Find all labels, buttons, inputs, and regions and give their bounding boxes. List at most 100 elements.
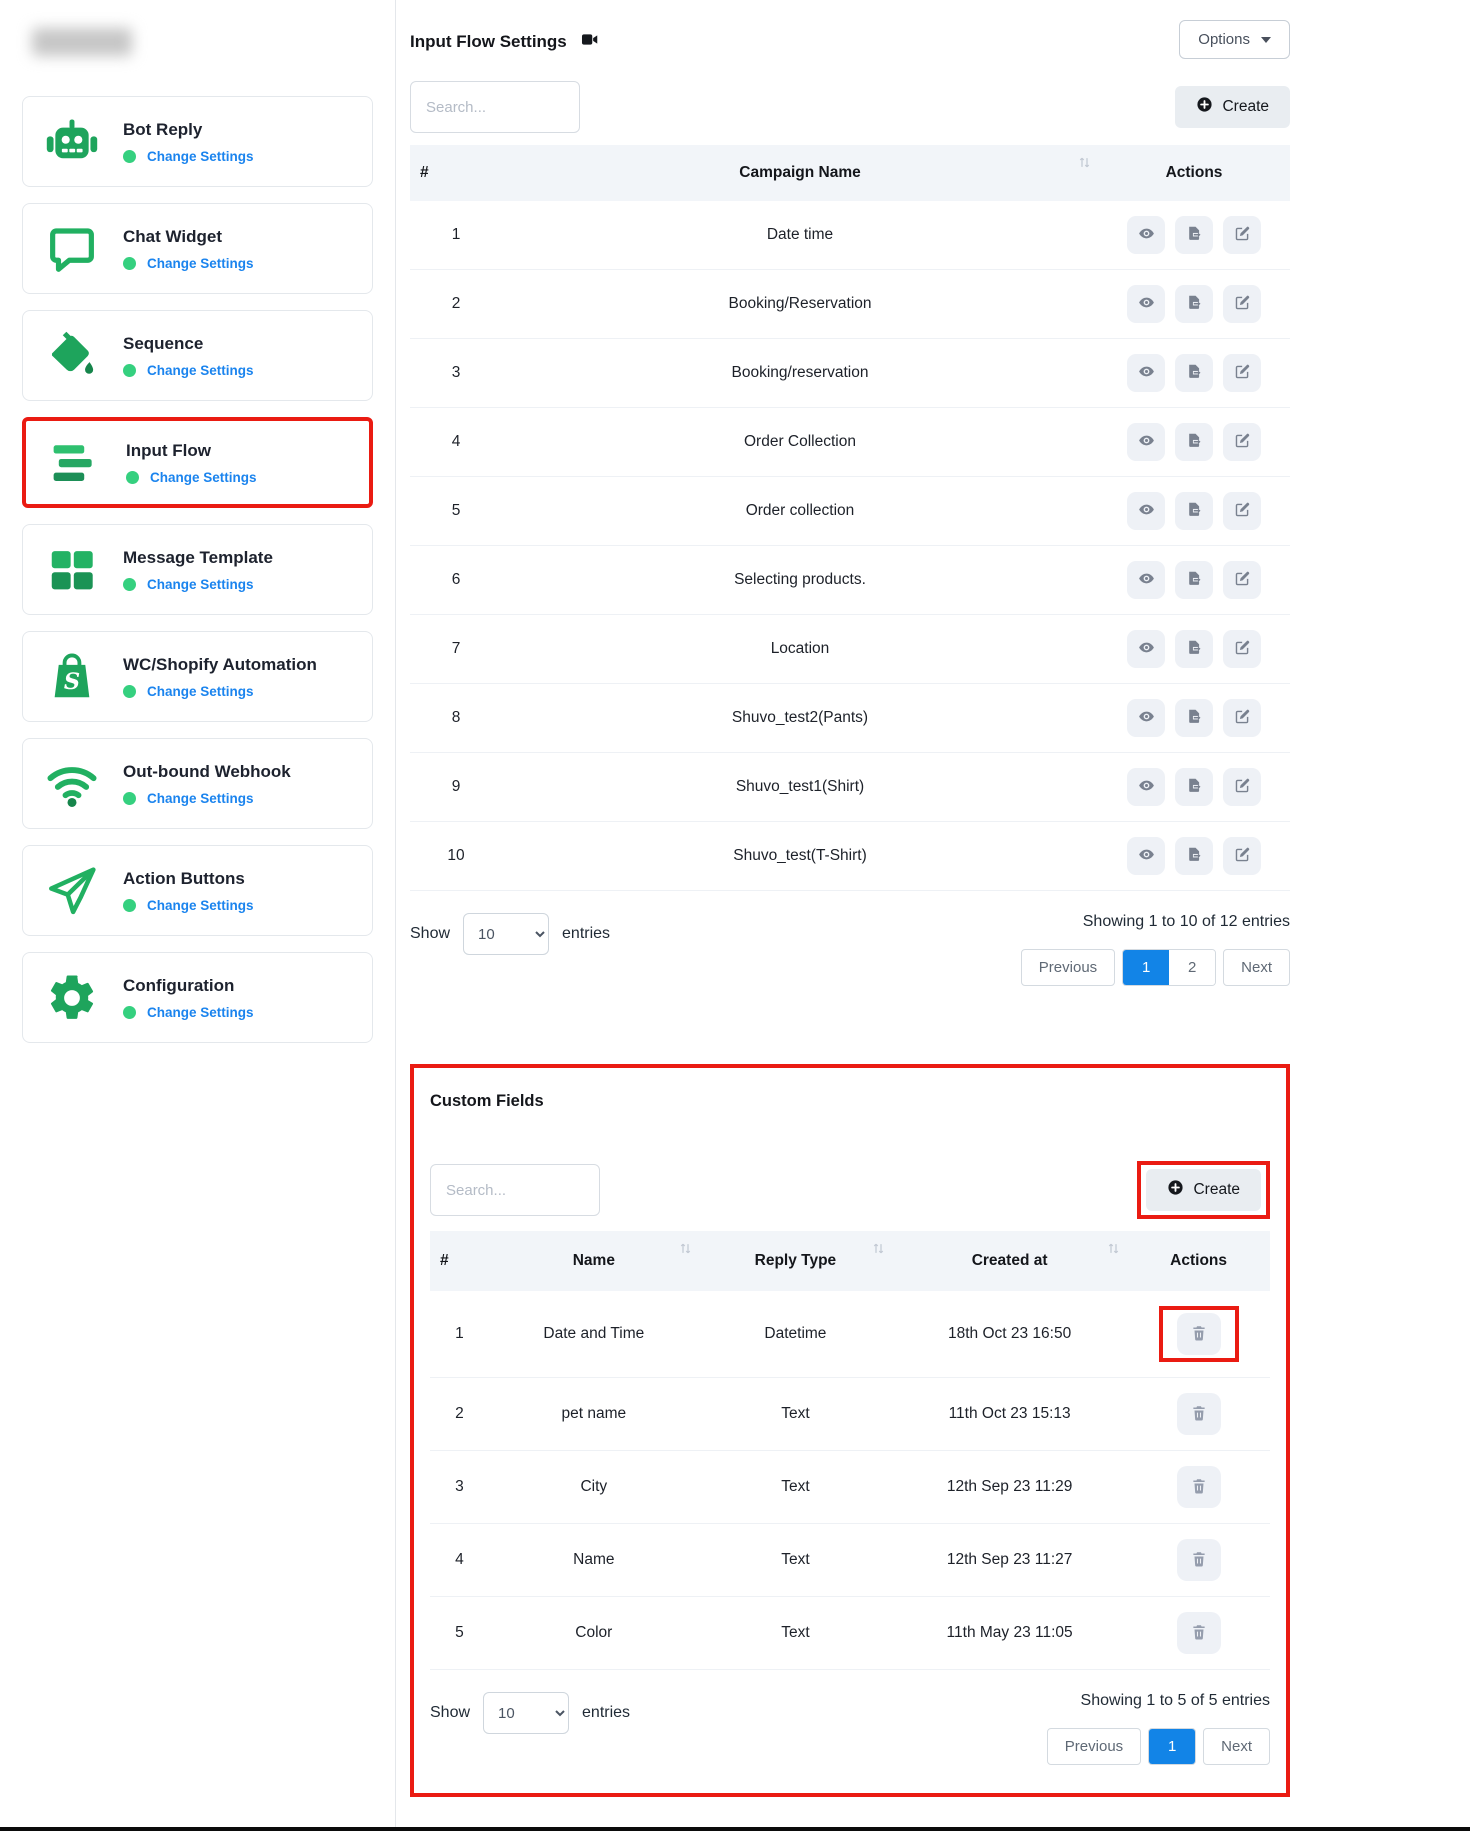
export-button[interactable] — [1175, 630, 1213, 668]
export-button[interactable] — [1175, 354, 1213, 392]
change-settings-link[interactable]: Change Settings — [147, 577, 254, 592]
custom-fields-search-input[interactable] — [430, 1164, 600, 1216]
sidebar-item-input-flow[interactable]: Input FlowChange Settings — [22, 417, 373, 508]
export-button[interactable] — [1175, 423, 1213, 461]
edit-icon — [1234, 570, 1251, 590]
sort-icon[interactable] — [871, 1241, 886, 1261]
delete-button[interactable] — [1177, 1466, 1221, 1508]
page-size-select[interactable]: 10 — [483, 1692, 569, 1734]
export-button[interactable] — [1175, 561, 1213, 599]
pagination-page-1[interactable]: 1 — [1149, 1729, 1195, 1764]
edit-icon — [1234, 225, 1251, 245]
sort-icon[interactable] — [678, 1241, 693, 1261]
delete-button[interactable] — [1177, 1539, 1221, 1581]
view-eye-button[interactable] — [1127, 492, 1165, 530]
row-number: 2 — [430, 1378, 489, 1451]
export-button[interactable] — [1175, 768, 1213, 806]
delete-button[interactable] — [1177, 1393, 1221, 1435]
export-button[interactable] — [1175, 285, 1213, 323]
pagination-page-1[interactable]: 1 — [1123, 950, 1169, 985]
campaign-row: 1Date time — [410, 201, 1290, 270]
change-settings-link[interactable]: Change Settings — [147, 898, 254, 913]
sort-icon[interactable] — [1077, 155, 1092, 175]
change-settings-link[interactable]: Change Settings — [147, 363, 254, 378]
view-eye-button[interactable] — [1127, 285, 1165, 323]
video-camera-icon[interactable] — [580, 30, 599, 54]
campaigns-search-input[interactable] — [410, 81, 580, 133]
view-eye-button[interactable] — [1127, 699, 1165, 737]
pagination-previous-button[interactable]: Previous — [1021, 949, 1115, 986]
pagination-previous-button[interactable]: Previous — [1047, 1728, 1141, 1765]
created-at-cell: 18th Oct 23 16:50 — [892, 1291, 1127, 1378]
export-button[interactable] — [1175, 216, 1213, 254]
reply-type-cell: Text — [699, 1524, 892, 1597]
column-header-created-at[interactable]: Created at — [892, 1231, 1127, 1291]
trash-icon — [1190, 1404, 1208, 1425]
column-header-name[interactable]: Name — [489, 1231, 699, 1291]
edit-button[interactable] — [1223, 354, 1261, 392]
edit-button[interactable] — [1223, 285, 1261, 323]
column-header-campaign-name[interactable]: Campaign Name — [502, 145, 1098, 201]
delete-button[interactable] — [1177, 1612, 1221, 1654]
edit-button[interactable] — [1223, 699, 1261, 737]
campaigns-create-button[interactable]: Create — [1175, 86, 1290, 128]
campaigns-table-footer: Show 10 entries Showing 1 to 10 of 12 en… — [410, 913, 1290, 986]
sidebar-item-sequence[interactable]: SequenceChange Settings — [22, 310, 373, 401]
change-settings-link[interactable]: Change Settings — [147, 791, 254, 806]
export-icon — [1186, 777, 1203, 797]
edit-button[interactable] — [1223, 492, 1261, 530]
sidebar-item-out-bound-webhook[interactable]: Out-bound WebhookChange Settings — [22, 738, 373, 829]
delete-button[interactable] — [1177, 1313, 1221, 1355]
export-button[interactable] — [1175, 492, 1213, 530]
sidebar-item-bot-reply[interactable]: Bot ReplyChange Settings — [22, 96, 373, 187]
custom-fields-create-button[interactable]: Create — [1146, 1169, 1261, 1211]
edit-button[interactable] — [1223, 837, 1261, 875]
sidebar-menu: Bot ReplyChange Settings Chat WidgetChang… — [22, 96, 373, 1043]
sort-icon[interactable] — [1106, 1241, 1121, 1261]
status-dot-icon — [123, 792, 136, 805]
view-eye-button[interactable] — [1127, 216, 1165, 254]
field-name-cell: City — [489, 1451, 699, 1524]
trash-icon — [1190, 1550, 1208, 1571]
custom-field-row: 2pet nameText11th Oct 23 15:13 — [430, 1378, 1270, 1451]
column-header-num[interactable]: # — [430, 1231, 489, 1291]
created-at-cell: 12th Sep 23 11:27 — [892, 1524, 1127, 1597]
page-size-select[interactable]: 10 — [463, 913, 549, 955]
view-eye-button[interactable] — [1127, 630, 1165, 668]
showing-entries-text: Showing 1 to 10 of 12 entries — [1083, 913, 1290, 931]
view-eye-button[interactable] — [1127, 423, 1165, 461]
sidebar-item-message-template[interactable]: Message TemplateChange Settings — [22, 524, 373, 615]
row-number: 4 — [430, 1524, 489, 1597]
options-button[interactable]: Options — [1179, 20, 1290, 59]
status-dot-icon — [123, 364, 136, 377]
edit-button[interactable] — [1223, 768, 1261, 806]
sidebar-item-action-buttons[interactable]: Action ButtonsChange Settings — [22, 845, 373, 936]
edit-button[interactable] — [1223, 561, 1261, 599]
export-button[interactable] — [1175, 699, 1213, 737]
export-button[interactable] — [1175, 837, 1213, 875]
campaign-row: 8Shuvo_test2(Pants) — [410, 684, 1290, 753]
campaign-row: 5Order collection — [410, 477, 1290, 546]
edit-button[interactable] — [1223, 630, 1261, 668]
view-eye-button[interactable] — [1127, 561, 1165, 599]
column-header-reply-type[interactable]: Reply Type — [699, 1231, 892, 1291]
change-settings-link[interactable]: Change Settings — [147, 1005, 254, 1020]
view-eye-button[interactable] — [1127, 837, 1165, 875]
sidebar-item-chat-widget[interactable]: Chat WidgetChange Settings — [22, 203, 373, 294]
column-header-num[interactable]: # — [410, 145, 502, 201]
sidebar-item-wc-shopify-automation[interactable]: SWC/Shopify AutomationChange Settings — [22, 631, 373, 722]
view-eye-button[interactable] — [1127, 768, 1165, 806]
pagination-next-button[interactable]: Next — [1223, 949, 1290, 986]
edit-button[interactable] — [1223, 423, 1261, 461]
change-settings-link[interactable]: Change Settings — [150, 470, 257, 485]
sidebar-item-configuration[interactable]: ConfigurationChange Settings — [22, 952, 373, 1043]
change-settings-link[interactable]: Change Settings — [147, 684, 254, 699]
pagination-next-button[interactable]: Next — [1203, 1728, 1270, 1765]
view-eye-button[interactable] — [1127, 354, 1165, 392]
pagination-page-2[interactable]: 2 — [1169, 950, 1215, 985]
change-settings-link[interactable]: Change Settings — [147, 256, 254, 271]
custom-field-row: 1Date and TimeDatetime18th Oct 23 16:50 — [430, 1291, 1270, 1378]
change-settings-link[interactable]: Change Settings — [147, 149, 254, 164]
edit-button[interactable] — [1223, 216, 1261, 254]
grid-icon — [45, 543, 99, 597]
